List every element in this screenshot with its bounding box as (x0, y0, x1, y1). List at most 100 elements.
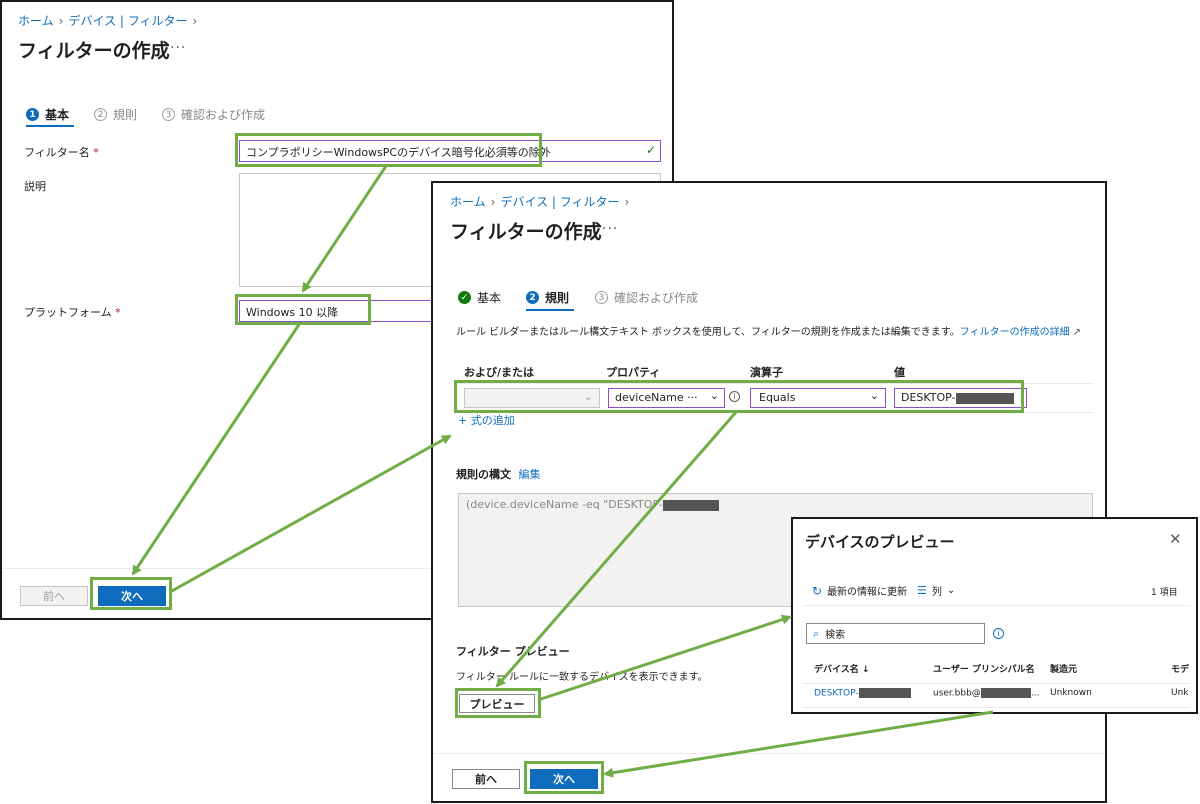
next-button[interactable]: 次へ (98, 586, 166, 606)
chevron-down-icon: ⌄ (869, 389, 879, 402)
step-basics[interactable]: 1 基本 (26, 106, 69, 123)
more-options-icon[interactable]: ··· (170, 40, 186, 56)
columns-button[interactable]: ☰ 列 ⌄ (917, 583, 955, 598)
previous-button[interactable]: 前へ (452, 769, 520, 789)
breadcrumb-home-link[interactable]: ホーム (450, 195, 486, 209)
required-mark: * (93, 146, 99, 159)
previous-button[interactable]: 前へ (20, 586, 88, 606)
filter-name-value: コンプラポリシーWindowsPCのデバイス暗号化必須等の除外 (246, 146, 551, 159)
col-model-header[interactable]: モデ (1171, 662, 1189, 675)
footer-divider (433, 753, 1105, 754)
step-basics[interactable]: ✓ 基本 (458, 289, 501, 306)
syntax-edit-link[interactable]: 編集 (519, 468, 541, 481)
property-value: deviceName ··· (615, 391, 698, 404)
description-label: 説明 (24, 180, 46, 193)
required-mark: * (115, 306, 121, 319)
value-input[interactable]: DESKTOP- (894, 388, 1027, 408)
redacted-block (955, 392, 1014, 404)
redacted-block (980, 688, 1031, 698)
toolbar-divider (803, 605, 1190, 606)
active-step-underline (526, 309, 574, 311)
row-model: Unk (1171, 688, 1189, 698)
next-button[interactable]: 次へ (530, 769, 598, 789)
chevron-down-icon: ⌄ (946, 585, 956, 596)
breadcrumb-home-link[interactable]: ホーム (18, 14, 54, 28)
platform-label: プラットフォーム * (24, 304, 121, 320)
row-device-name[interactable]: DESKTOP- (814, 688, 911, 699)
table-header-divider (456, 383, 1093, 384)
breadcrumb: ホーム › デバイス | フィルター › (18, 12, 202, 29)
platform-value: Windows 10 以降 (246, 306, 339, 319)
operator-value: Equals (759, 391, 796, 404)
step-label: 確認および作成 (181, 108, 266, 122)
breadcrumb-devices-filters-link[interactable]: デバイス | フィルター (500, 195, 619, 209)
andor-dropdown[interactable]: ⌄ (464, 388, 600, 408)
close-icon[interactable]: ✕ (1169, 530, 1182, 548)
refresh-label: 最新の情報に更新 (827, 587, 908, 598)
step-review-create[interactable]: 3 確認および作成 (162, 106, 265, 123)
info-icon[interactable]: i (729, 391, 740, 402)
step-number: 2 (526, 291, 539, 304)
col-property-header: プロパティ (606, 366, 661, 379)
intro-description: ルール ビルダーまたはルール構文テキスト ボックスを使用して、フィルターの規則を… (456, 327, 960, 338)
step-number: 3 (162, 108, 175, 121)
valid-check-icon: ✓ (646, 143, 657, 157)
preview-panel-title: デバイスのプレビュー (805, 533, 955, 551)
breadcrumb-separator: › (58, 14, 64, 28)
table-row-divider (803, 707, 1190, 708)
search-icon: ⌕ (813, 626, 820, 640)
step-label: 規則 (113, 108, 138, 122)
learn-more-link[interactable]: フィルターの作成の詳細 (960, 327, 1070, 338)
step-label: 規則 (545, 291, 570, 305)
columns-icon: ☰ (917, 584, 927, 597)
col-value-header: 値 (894, 366, 905, 379)
active-step-underline (26, 125, 74, 127)
external-link-icon: ↗ (1072, 327, 1081, 338)
check-icon: ✓ (458, 291, 471, 304)
property-dropdown[interactable]: deviceName ··· ⌄ (608, 388, 725, 408)
more-options-icon[interactable]: ··· (602, 221, 618, 237)
platform-label-text: プラットフォーム (24, 306, 112, 319)
syntax-text: (device.deviceName -eq "DESKTOP- (466, 498, 663, 511)
breadcrumb-separator: › (490, 195, 496, 209)
syntax-section-header: 規則の構文 編集 (456, 466, 541, 482)
upn-text: user.bbb@ (933, 688, 981, 699)
col-device-name-header[interactable]: デバイス名 ↓ (814, 662, 869, 675)
step-review-create[interactable]: 3 確認および作成 (595, 289, 698, 306)
operator-dropdown[interactable]: Equals ⌄ (750, 388, 886, 408)
step-rules[interactable]: 2 規則 (526, 289, 569, 306)
value-text: DESKTOP- (901, 391, 956, 404)
col-manufacturer-header[interactable]: 製造元 (1050, 662, 1077, 675)
filter-name-input[interactable]: コンプラポリシーWindowsPCのデバイス暗号化必須等の除外 (239, 140, 661, 162)
chevron-down-icon: ⌄ (583, 390, 593, 403)
table-row[interactable]: DESKTOP- user.bbb@... Unknown Unk (793, 685, 1196, 707)
page-title: フィルターの作成 (18, 40, 170, 62)
table-row-divider (456, 412, 1093, 413)
col-upn-header[interactable]: ユーザー プリンシパル名 (933, 662, 1035, 675)
refresh-button[interactable]: ↻ 最新の情報に更新 (812, 583, 908, 599)
filter-preview-title: フィルター プレビュー (456, 645, 570, 658)
search-placeholder: 検索 (825, 630, 846, 641)
breadcrumb-devices-filters-link[interactable]: デバイス | フィルター (68, 14, 187, 28)
breadcrumb: ホーム › デバイス | フィルター › (450, 193, 634, 210)
step-label: 確認および作成 (614, 291, 699, 305)
breadcrumb-separator: › (624, 195, 630, 209)
redacted-block (662, 499, 719, 511)
upn-ellipsis: ... (1030, 688, 1040, 699)
step-rules[interactable]: 2 規則 (94, 106, 137, 123)
refresh-icon: ↻ (812, 583, 823, 598)
filter-preview-description: フィルター ルールに一致するデバイスを表示できます。 (456, 672, 708, 683)
step-number: 3 (595, 291, 608, 304)
filter-name-label-text: フィルター名 (24, 146, 90, 159)
search-input[interactable]: ⌕ 検索 (806, 623, 985, 644)
info-icon[interactable]: i (993, 628, 1004, 639)
step-label: 基本 (45, 108, 70, 122)
row-upn: user.bbb@... (933, 688, 1039, 699)
preview-button[interactable]: プレビュー (459, 694, 535, 713)
add-expression-link[interactable]: + 式の追加 (458, 412, 515, 428)
filter-name-label: フィルター名 * (24, 144, 99, 160)
item-count: 1 項目 (1151, 588, 1178, 598)
syntax-title: 規則の構文 (456, 468, 511, 481)
step-number: 2 (94, 108, 107, 121)
page-title: フィルターの作成 (450, 221, 602, 243)
